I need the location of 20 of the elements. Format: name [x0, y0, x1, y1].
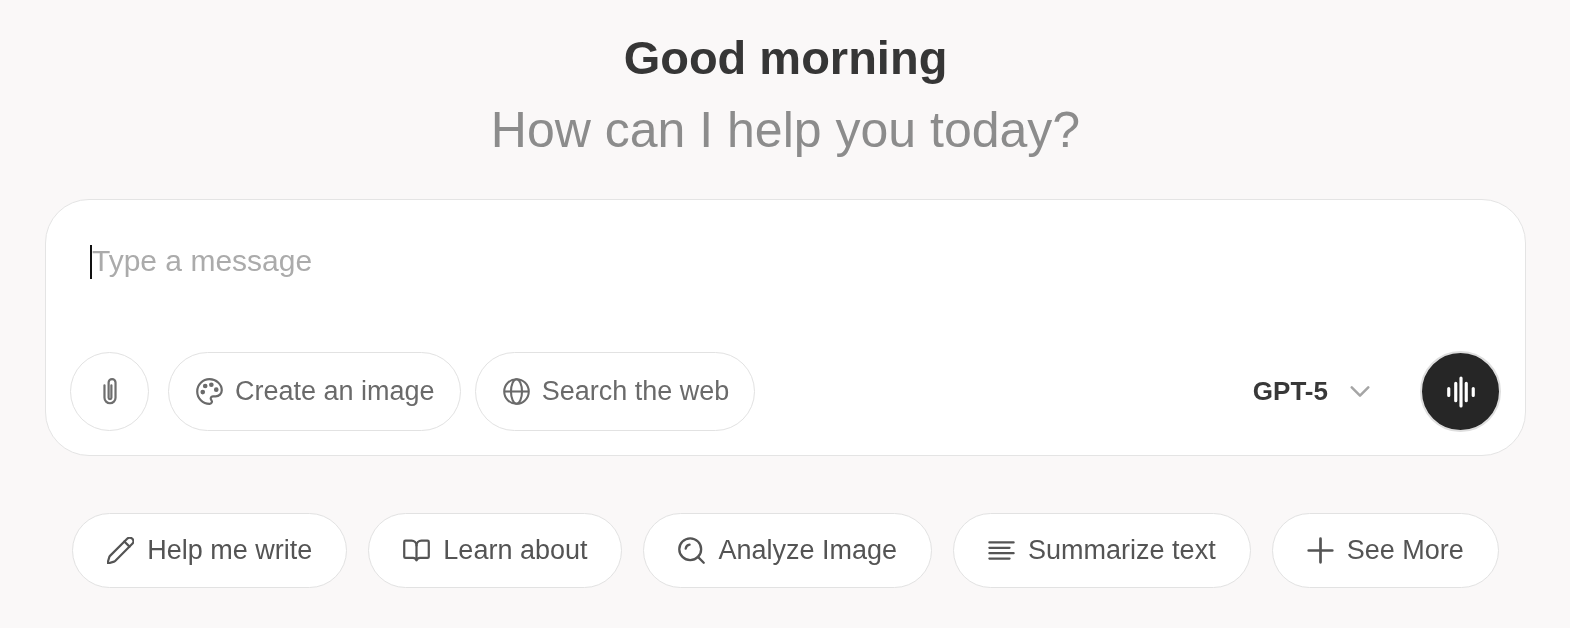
message-input[interactable]: Type a message [90, 241, 1501, 281]
suggestion-button[interactable]: Help me write [72, 513, 348, 588]
chevron-down-icon [1350, 386, 1370, 397]
suggestion-button[interactable]: Learn about [368, 513, 623, 588]
greeting-subtitle: How can I help you today? [490, 101, 1081, 160]
search-icon [678, 537, 706, 564]
book-icon [403, 537, 431, 564]
search-web-button[interactable]: Search the web [474, 352, 756, 431]
paperclip-icon [102, 377, 117, 406]
suggestion-button[interactable]: See More [1271, 513, 1499, 588]
pencil-icon [107, 537, 135, 564]
waveform-icon [1446, 375, 1475, 408]
palette-icon [196, 378, 223, 405]
suggestion-button[interactable]: Summarize text [953, 513, 1251, 588]
model-selector[interactable]: GPT-5 [1252, 370, 1370, 413]
create-image-button[interactable]: Create an image [168, 352, 461, 431]
suggestion-button[interactable]: Analyze Image [643, 513, 933, 588]
greeting-title: Good morning [623, 30, 948, 86]
globe-icon [502, 378, 530, 405]
plus-icon [1306, 537, 1334, 564]
